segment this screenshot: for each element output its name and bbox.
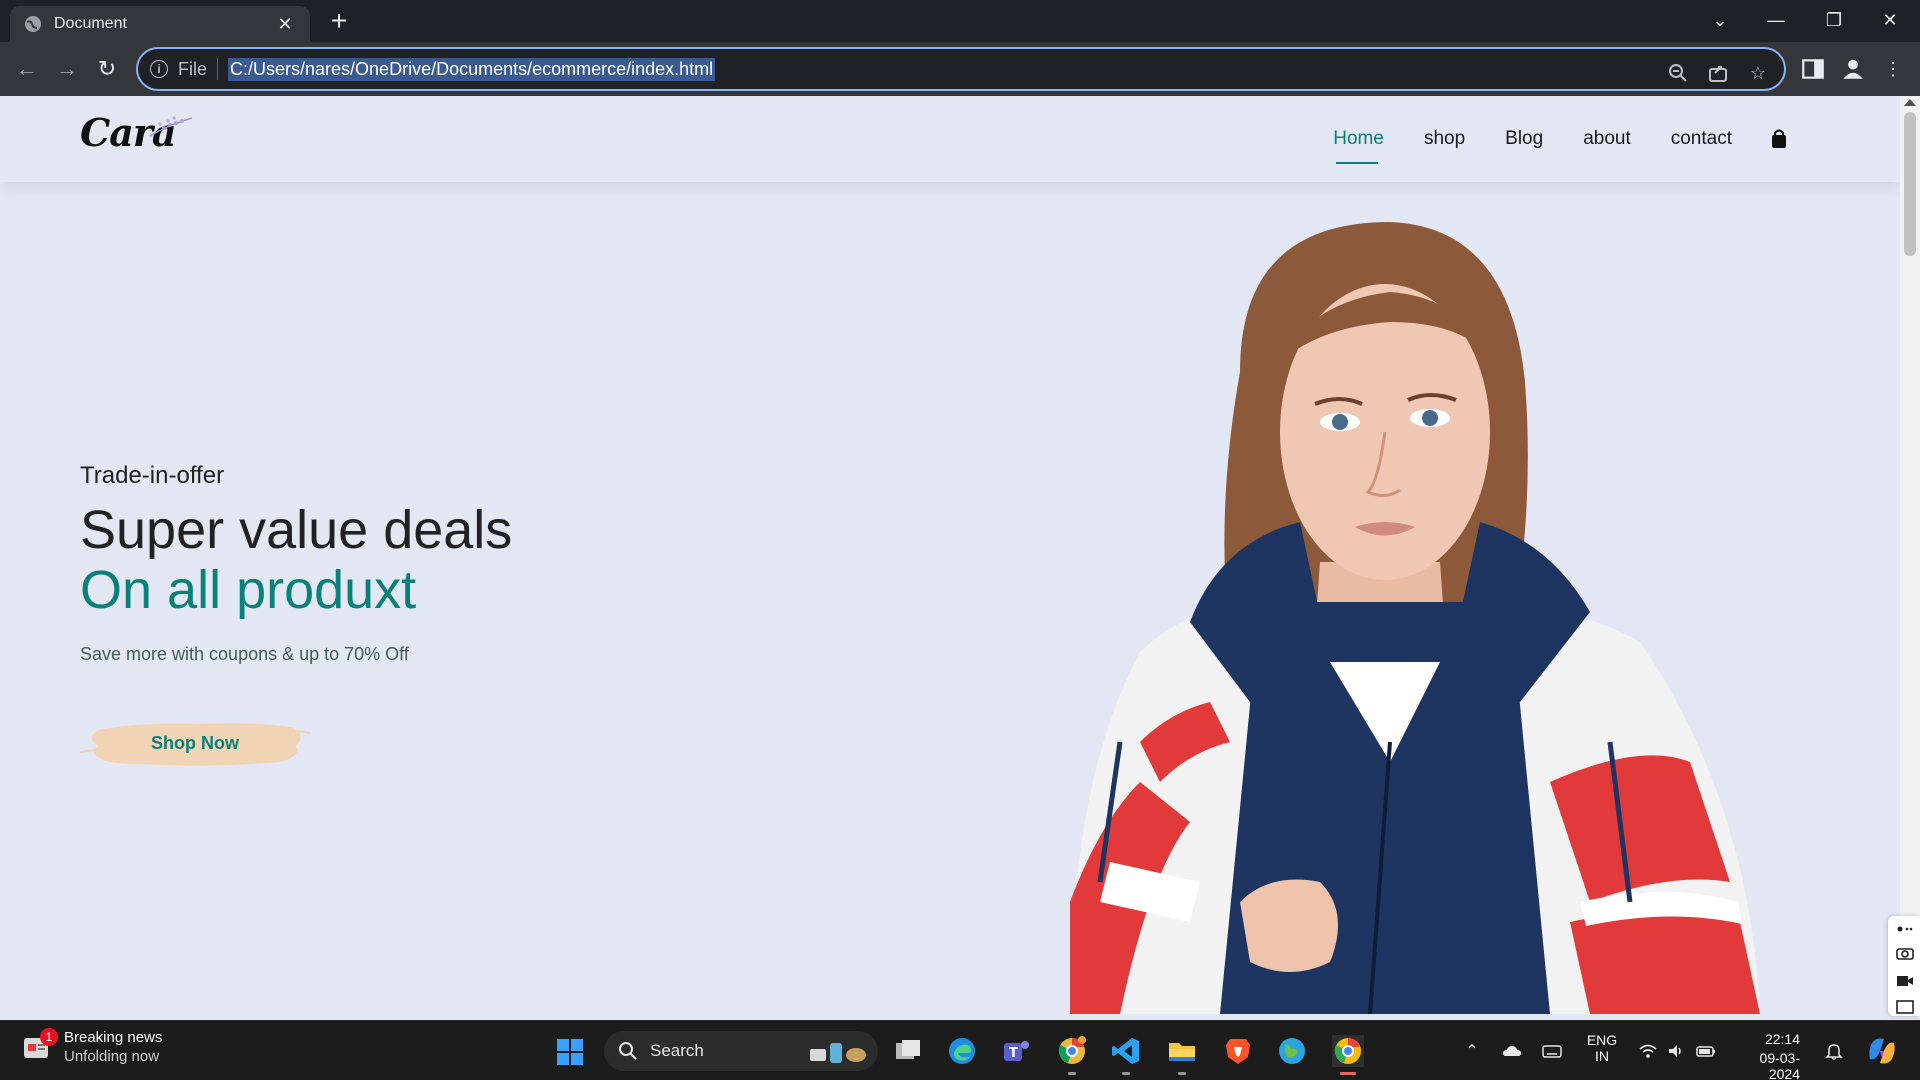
chrome-canary-icon[interactable] — [1056, 1035, 1088, 1067]
shop-now-button[interactable]: Shop Now — [80, 716, 310, 770]
news-title: Breaking news — [64, 1029, 163, 1046]
windows-start-icon[interactable] — [556, 1038, 584, 1066]
nav-contact[interactable]: contact — [1671, 128, 1732, 150]
main-nav: Home shop Blog about contact — [1293, 96, 1788, 182]
windows-taskbar: 1 Breaking news Unfolding now Search T ⌃… — [0, 1020, 1920, 1080]
svg-text:T: T — [1009, 1046, 1018, 1061]
nav-blog[interactable]: Blog — [1505, 128, 1543, 150]
clock[interactable]: 22:14 09-03-2024 — [1730, 1031, 1800, 1080]
video-camera-icon[interactable] — [1896, 974, 1914, 988]
scroll-thumb[interactable] — [1904, 112, 1916, 256]
task-view-icon[interactable] — [892, 1035, 924, 1067]
zoom-icon[interactable] — [1666, 61, 1690, 85]
news-subtitle: Unfolding now — [64, 1048, 160, 1065]
bookmark-star-icon[interactable]: ☆ — [1746, 61, 1770, 85]
clock-time: 22:14 — [1764, 1031, 1800, 1047]
search-label: Search — [650, 1041, 704, 1060]
vscode-icon[interactable] — [1110, 1035, 1142, 1067]
hero-headline-accent: On all produxt — [80, 560, 417, 620]
chevron-down-icon[interactable]: ⌄ — [1698, 4, 1742, 36]
web-page: Cara Home shop Blog about contact Trade-… — [0, 96, 1900, 1014]
onedrive-cloud-icon[interactable] — [1502, 1041, 1522, 1061]
back-button[interactable]: ← — [12, 54, 42, 84]
running-indicator — [1122, 1072, 1130, 1075]
running-indicator — [1178, 1072, 1186, 1075]
copilot-icon[interactable] — [1866, 1035, 1898, 1067]
restore-button[interactable]: ❐ — [1812, 4, 1856, 36]
share-icon[interactable] — [1706, 61, 1730, 85]
active-app-indicator — [1340, 1072, 1356, 1075]
language-indicator[interactable]: ENG IN — [1578, 1032, 1626, 1064]
language-code: ENG — [1586, 1032, 1618, 1048]
side-panel-icon[interactable] — [1800, 56, 1826, 82]
tab-title: Document — [54, 15, 127, 32]
site-header: Cara Home shop Blog about contact — [0, 96, 1900, 182]
brave-browser-icon[interactable] — [1222, 1035, 1254, 1067]
globe-app-icon[interactable] — [1276, 1035, 1308, 1067]
browser-tabstrip: Document ✕ + ⌄ — ❐ ✕ — [0, 0, 1920, 42]
hero-section: Trade-in-offer Super value deals On all … — [0, 182, 1900, 1014]
profile-icon[interactable] — [1840, 56, 1866, 82]
hero-subtext: Save more with coupons & up to 70% Off — [80, 644, 409, 664]
close-icon[interactable]: ✕ — [274, 14, 296, 35]
window-icon[interactable] — [1896, 1000, 1914, 1014]
hero-headline: Super value deals — [80, 500, 513, 560]
shop-now-label: Shop Now — [151, 732, 239, 753]
hero-model-image — [1070, 222, 1760, 1014]
search-highlight-icon — [810, 1043, 866, 1063]
taskbar-search[interactable]: Search — [604, 1031, 878, 1071]
nav-home[interactable]: Home — [1333, 128, 1384, 164]
lavender-sprig-icon — [149, 116, 193, 137]
browser-tab[interactable]: Document ✕ — [10, 6, 310, 42]
clock-date: 09-03-2024 — [1759, 1050, 1800, 1080]
edge-browser-icon[interactable] — [946, 1035, 978, 1067]
globe-icon — [25, 16, 41, 32]
reload-button[interactable]: ↻ — [92, 54, 122, 84]
battery-icon[interactable] — [1696, 1041, 1716, 1061]
hero-kicker: Trade-in-offer — [80, 462, 225, 489]
volume-icon[interactable] — [1666, 1041, 1686, 1061]
new-tab-button[interactable]: + — [324, 6, 354, 36]
capture-side-panel — [1888, 916, 1920, 1016]
menu-kebab-icon[interactable]: ⋮ — [1880, 56, 1906, 82]
page-scrollbar[interactable] — [1900, 96, 1920, 1014]
shopping-bag-icon[interactable] — [1770, 129, 1788, 149]
running-indicator — [1068, 1072, 1076, 1075]
chrome-icon[interactable] — [1332, 1035, 1364, 1067]
info-icon[interactable]: i — [150, 60, 168, 78]
url-text[interactable]: C:/Users/nares/OneDrive/Documents/ecomme… — [228, 57, 716, 81]
browser-toolbar: ← → ↻ i File C:/Users/nares/OneDrive/Doc… — [0, 42, 1920, 96]
nav-about[interactable]: about — [1583, 128, 1631, 150]
logo[interactable]: Cara — [80, 110, 200, 166]
notification-bell-icon[interactable] — [1824, 1041, 1844, 1061]
minimize-button[interactable]: — — [1754, 4, 1798, 36]
news-icon: 1 — [22, 1028, 58, 1062]
omnibox-divider — [217, 58, 219, 80]
camera-icon[interactable] — [1896, 946, 1914, 960]
wifi-icon[interactable] — [1638, 1041, 1658, 1061]
chevron-up-icon[interactable]: ⌃ — [1462, 1041, 1482, 1061]
news-badge: 1 — [40, 1028, 58, 1046]
address-bar[interactable]: i File C:/Users/nares/OneDrive/Documents… — [136, 47, 1786, 91]
nav-shop[interactable]: shop — [1424, 128, 1465, 150]
hero-content: Trade-in-offer Super value deals On all … — [80, 462, 513, 766]
search-icon — [619, 1042, 637, 1060]
file-explorer-icon[interactable] — [1166, 1035, 1198, 1067]
forward-button[interactable]: → — [52, 54, 82, 84]
region-code: IN — [1595, 1048, 1609, 1064]
window-close-button[interactable]: ✕ — [1868, 4, 1912, 36]
teams-icon[interactable]: T — [1000, 1035, 1032, 1067]
scroll-up-arrow-icon[interactable] — [1904, 99, 1916, 106]
keyboard-icon[interactable] — [1542, 1041, 1562, 1061]
news-widget[interactable]: 1 Breaking news Unfolding now — [22, 1028, 163, 1065]
scheme-label: File — [178, 58, 208, 79]
more-options-icon[interactable] — [1896, 922, 1914, 936]
